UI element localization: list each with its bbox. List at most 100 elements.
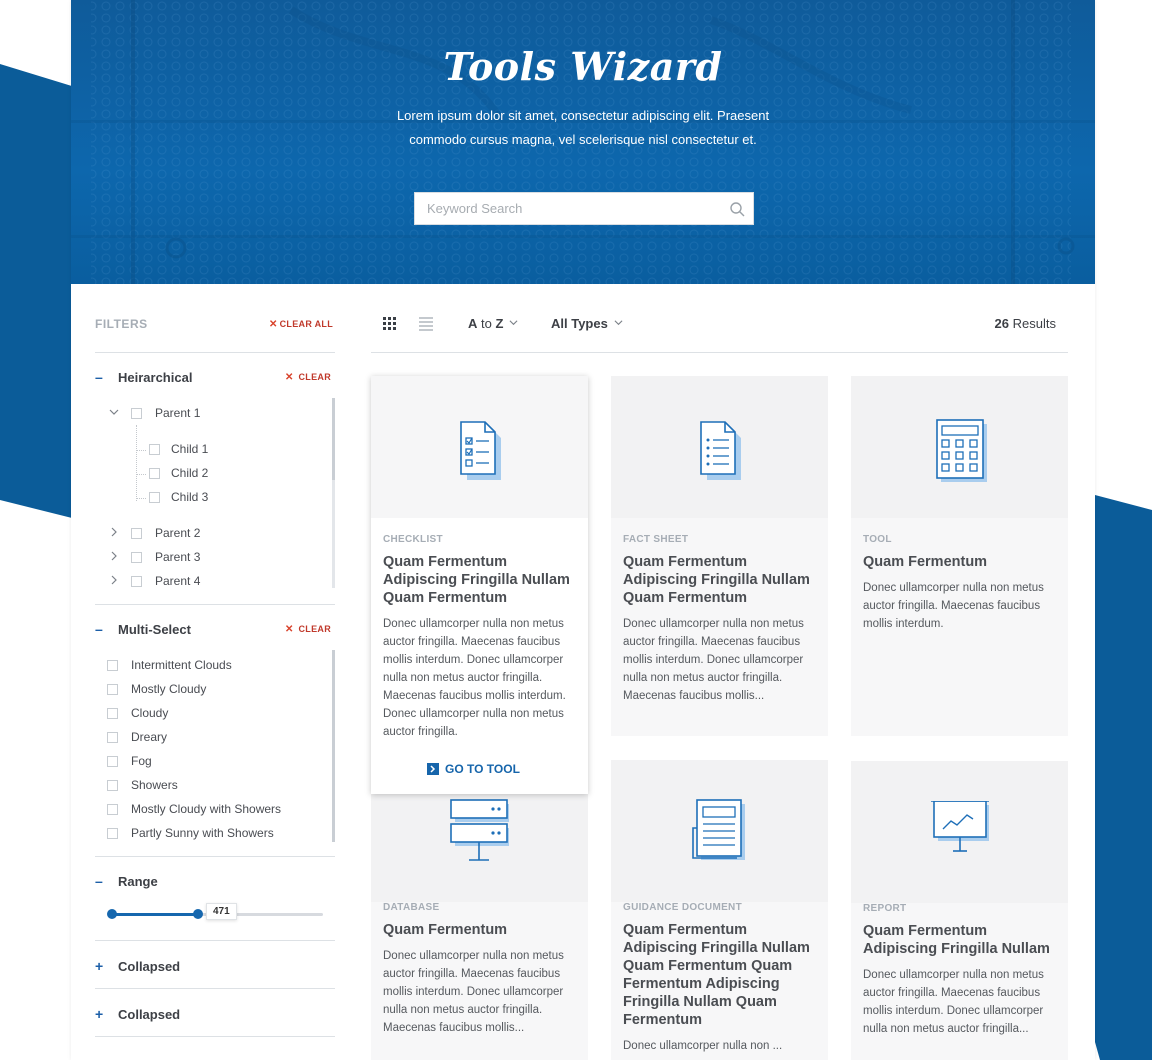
card-description: Donec ullamcorper nulla non metus auctor… (383, 950, 564, 1034)
card-description: Donec ullamcorper nulla non metus auctor… (863, 582, 1044, 630)
section-title: Heirarchical (118, 370, 193, 385)
results-count: 26 Results (995, 316, 1056, 331)
section-hierarchical-header[interactable]: – Heirarchical ✕ CLEAR (95, 369, 335, 387)
checkbox[interactable] (149, 468, 160, 479)
section-title: Multi-Select (118, 622, 191, 637)
checkbox[interactable] (107, 828, 118, 839)
expand-icon[interactable]: + (95, 958, 107, 974)
card-thumbnail (371, 376, 588, 518)
tree-item-child-2[interactable]: Child 2 (95, 465, 325, 483)
range-value-label: 471 (206, 903, 237, 920)
card-body: FACT SHEET Quam Fermentum Adipiscing Fri… (623, 534, 819, 705)
filters-label: FILTERS (95, 317, 148, 331)
option-row[interactable]: Partly Sunny with Showers (107, 825, 327, 843)
checkbox[interactable] (131, 408, 142, 419)
clear-all-button[interactable]: ✕ CLEAR ALL (269, 319, 333, 330)
go-to-tool-label: GO TO TOOL (445, 762, 520, 776)
checkbox[interactable] (107, 756, 118, 767)
option-row[interactable]: Showers (107, 777, 327, 795)
checkbox[interactable] (131, 528, 142, 539)
collapse-icon[interactable]: – (95, 873, 107, 889)
checkbox[interactable] (107, 660, 118, 671)
checkbox[interactable] (107, 804, 118, 815)
divider (95, 988, 335, 989)
tree-item-child-1[interactable]: Child 1 (95, 441, 325, 459)
type-filter-dropdown[interactable]: All Types (551, 316, 623, 331)
checkbox[interactable] (107, 708, 118, 719)
range-handle-max[interactable] (193, 909, 203, 919)
card-body: TOOL Quam Fermentum Donec ullamcorper nu… (863, 534, 1059, 633)
collapse-icon[interactable]: – (95, 621, 107, 637)
sort-dropdown[interactable]: A to Z (468, 316, 518, 331)
clear-multi-select-button[interactable]: ✕ CLEAR (285, 624, 331, 635)
tool-card[interactable]: GUIDANCE DOCUMENT Quam Fermentum Adipisc… (611, 760, 828, 1060)
tree-item-parent-4[interactable]: Parent 4 (95, 573, 325, 591)
option-row[interactable]: Mostly Cloudy with Showers (107, 801, 327, 819)
divider (95, 940, 335, 941)
search-icon[interactable] (729, 201, 745, 217)
chevron-right-icon[interactable] (109, 551, 119, 561)
tree-item-label: Child 2 (171, 466, 209, 480)
sort-to-word: to (481, 316, 492, 331)
tree-item-parent-3[interactable]: Parent 3 (95, 549, 325, 567)
tool-card[interactable]: FACT SHEET Quam Fermentum Adipiscing Fri… (611, 376, 828, 736)
tool-card[interactable]: DATABASE Quam Fermentum Donec ullamcorpe… (371, 760, 588, 1060)
checkbox[interactable] (131, 576, 142, 587)
card-body: DATABASE Quam Fermentum Donec ullamcorpe… (383, 902, 579, 1037)
checkbox[interactable] (149, 492, 160, 503)
tool-card[interactable]: CHECKLIST Quam Fermentum Adipiscing Frin… (371, 376, 588, 794)
checkbox[interactable] (107, 732, 118, 743)
card-type: DATABASE (383, 902, 440, 913)
option-label: Mostly Cloudy (131, 682, 207, 696)
scrollbar-thumb[interactable] (332, 398, 335, 480)
divider (95, 856, 335, 857)
section-collapsed-header[interactable]: + Collapsed (95, 1006, 335, 1024)
scrollbar-thumb[interactable] (332, 650, 335, 842)
section-collapsed-header[interactable]: + Collapsed (95, 958, 335, 976)
card-description: Donec ullamcorper nulla non metus auctor… (623, 618, 804, 702)
hierarchical-scrollbar[interactable] (332, 398, 335, 588)
chevron-right-icon[interactable] (109, 575, 119, 585)
hero-subtitle: Lorem ipsum dolor sit amet, consectetur … (396, 108, 770, 147)
card-body: REPORT Quam Fermentum Adipiscing Fringil… (863, 903, 1059, 1038)
tree-item-label: Parent 3 (155, 550, 201, 564)
option-row[interactable]: Intermittent Clouds (107, 657, 327, 675)
section-title: Collapsed (118, 959, 181, 974)
option-label: Showers (131, 778, 178, 792)
search-input[interactable] (415, 193, 705, 224)
clear-hierarchical-button[interactable]: ✕ CLEAR (285, 372, 331, 383)
go-to-tool-link[interactable]: GO TO TOOL (427, 762, 547, 778)
range-slider[interactable]: 471 (107, 903, 323, 931)
page-title: Tools Wizard (443, 44, 723, 89)
card-thumbnail (851, 376, 1068, 518)
hero-banner: Tools Wizard Lorem ipsum dolor sit amet,… (71, 0, 1095, 284)
tree-item-child-3[interactable]: Child 3 (95, 489, 325, 507)
collapse-icon[interactable]: – (95, 369, 107, 385)
option-row[interactable]: Cloudy (107, 705, 327, 723)
tool-card[interactable]: REPORT Quam Fermentum Adipiscing Fringil… (851, 761, 1068, 1060)
option-row[interactable]: Dreary (107, 729, 327, 747)
tree-item-parent-1[interactable]: Parent 1 (95, 405, 325, 423)
section-range-header[interactable]: – Range (95, 873, 335, 891)
tool-card[interactable]: TOOL Quam Fermentum Donec ullamcorper nu… (851, 376, 1068, 736)
card-body: CHECKLIST Quam Fermentum Adipiscing Frin… (383, 534, 579, 741)
grid-view-icon[interactable] (383, 317, 397, 331)
option-row[interactable]: Fog (107, 753, 327, 771)
checkbox[interactable] (131, 552, 142, 563)
tree-item-parent-2[interactable]: Parent 2 (95, 525, 325, 543)
results-number: 26 (994, 316, 1010, 331)
multi-select-scrollbar[interactable] (332, 650, 335, 842)
checkbox[interactable] (107, 780, 118, 791)
chevron-right-icon[interactable] (109, 527, 119, 537)
option-row[interactable]: Mostly Cloudy (107, 681, 327, 699)
guidance-document-icon (692, 799, 745, 860)
checkbox[interactable] (149, 444, 160, 455)
checkbox[interactable] (107, 684, 118, 695)
chevron-down-icon[interactable] (109, 407, 119, 417)
section-multi-select-header[interactable]: – Multi-Select ✕ CLEAR (95, 621, 335, 639)
range-handle-min[interactable] (107, 909, 117, 919)
expand-icon[interactable]: + (95, 1006, 107, 1022)
option-label: Dreary (131, 730, 168, 744)
fact-sheet-icon (700, 421, 741, 480)
list-view-icon[interactable] (419, 317, 433, 331)
